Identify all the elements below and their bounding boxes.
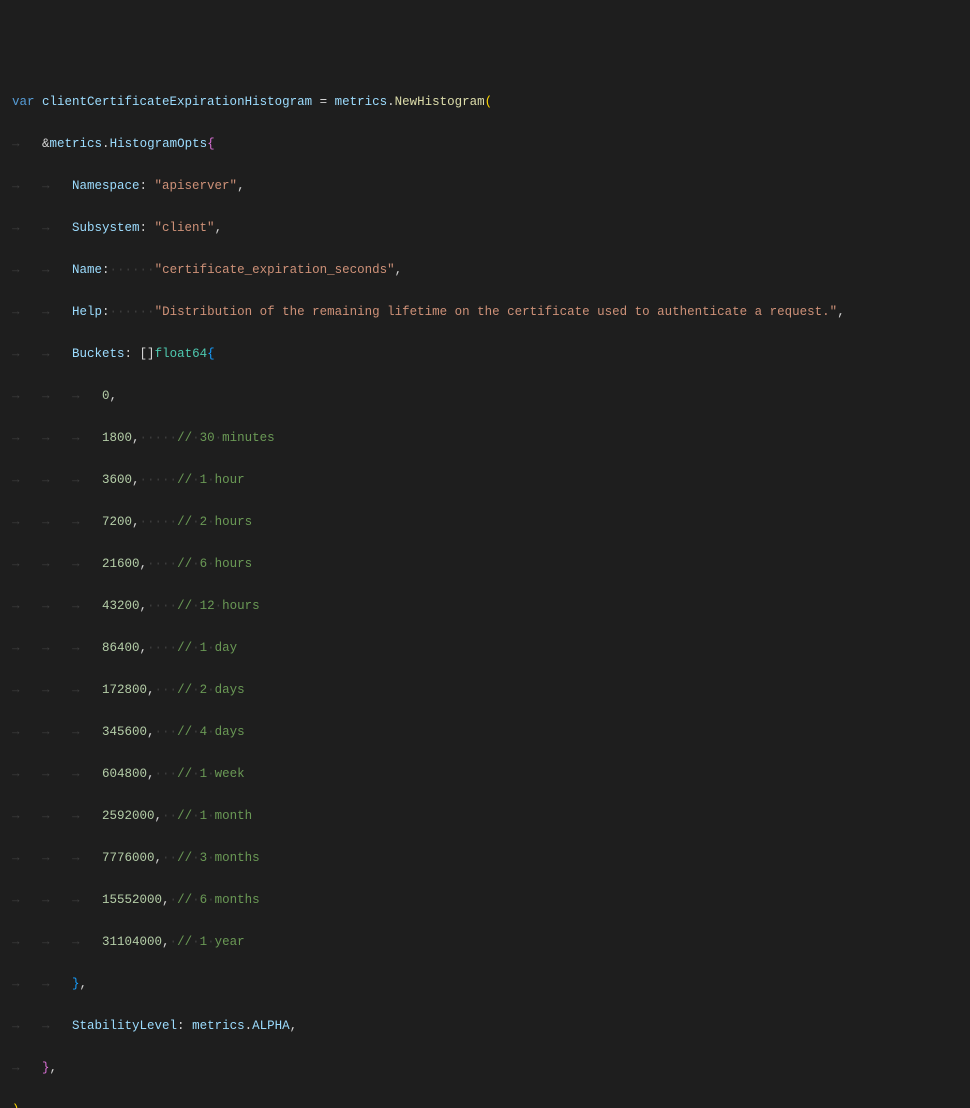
code-line: → → → 7776000,··//·3·months xyxy=(12,848,970,869)
number-literal: 7776000 xyxy=(102,851,155,865)
number-literal: 0 xyxy=(102,389,110,403)
comment: //·1·hour xyxy=(177,473,245,487)
number-literal: 604800 xyxy=(102,767,147,781)
number-literal: 345600 xyxy=(102,725,147,739)
code-line: → → Subsystem: "client", xyxy=(12,218,970,239)
comment: //·30·minutes xyxy=(177,431,275,445)
code-line: → → → 3600,·····//·1·hour xyxy=(12,470,970,491)
number-literal: 31104000 xyxy=(102,935,162,949)
code-line: → → → 2592000,··//·1·month xyxy=(12,806,970,827)
code-line: → → → 604800,···//·1·week xyxy=(12,764,970,785)
code-line: → → → 7200,·····//·2·hours xyxy=(12,512,970,533)
number-literal: 1800 xyxy=(102,431,132,445)
comment: //·1·month xyxy=(177,809,252,823)
keyword-var: var xyxy=(12,95,35,109)
code-line: → &metrics.HistogramOpts{ xyxy=(12,134,970,155)
identifier: clientCertificateExpirationHistogram xyxy=(42,95,312,109)
code-line: → → → 172800,···//·2·days xyxy=(12,680,970,701)
code-line: → → → 43200,····//·12·hours xyxy=(12,596,970,617)
string-literal: "Distribution of the remaining lifetime … xyxy=(155,305,838,319)
code-line: → → → 345600,···//·4·days xyxy=(12,722,970,743)
code-line: → → → 0, xyxy=(12,386,970,407)
number-literal: 86400 xyxy=(102,641,140,655)
code-line: → → → 1800,·····//·30·minutes xyxy=(12,428,970,449)
number-literal: 7200 xyxy=(102,515,132,529)
field-name: Subsystem xyxy=(72,221,140,235)
string-literal: "client" xyxy=(155,221,215,235)
comment: //·1·year xyxy=(177,935,245,949)
code-line: → → Help:······"Distribution of the rema… xyxy=(12,302,970,323)
number-literal: 3600 xyxy=(102,473,132,487)
code-line: → → Buckets: []float64{ xyxy=(12,344,970,365)
code-line: → }, xyxy=(12,1058,970,1079)
number-literal: 43200 xyxy=(102,599,140,613)
number-literal: 172800 xyxy=(102,683,147,697)
number-literal: 2592000 xyxy=(102,809,155,823)
field-name: Name xyxy=(72,263,102,277)
number-literal: 15552000 xyxy=(102,893,162,907)
comment: //·6·months xyxy=(177,893,260,907)
field-name: Namespace xyxy=(72,179,140,193)
number-literal: 21600 xyxy=(102,557,140,571)
comment: //·6·hours xyxy=(177,557,252,571)
code-line: → → Namespace: "apiserver", xyxy=(12,176,970,197)
comment: //·2·hours xyxy=(177,515,252,529)
field-name: Buckets xyxy=(72,347,125,361)
comment: //·1·day xyxy=(177,641,237,655)
string-literal: "apiserver" xyxy=(155,179,238,193)
string-literal: "certificate_expiration_seconds" xyxy=(155,263,395,277)
code-line: → → → 86400,····//·1·day xyxy=(12,638,970,659)
comment: //·2·days xyxy=(177,683,245,697)
code-line: ) xyxy=(12,1100,970,1108)
code-line: → → Name:······"certificate_expiration_s… xyxy=(12,260,970,281)
comment: //·1·week xyxy=(177,767,245,781)
code-line: var clientCertificateExpirationHistogram… xyxy=(12,92,970,113)
func-call: NewHistogram xyxy=(395,95,485,109)
comment: //·3·months xyxy=(177,851,260,865)
field-name: StabilityLevel xyxy=(72,1019,177,1033)
code-line: → → → 21600,····//·6·hours xyxy=(12,554,970,575)
code-line: → → StabilityLevel: metrics.ALPHA, xyxy=(12,1016,970,1037)
field-name: Help xyxy=(72,305,102,319)
code-line: → → → 31104000,·//·1·year xyxy=(12,932,970,953)
code-line: → → }, xyxy=(12,974,970,995)
comment: //·12·hours xyxy=(177,599,260,613)
code-line: → → → 15552000,·//·6·months xyxy=(12,890,970,911)
comment: //·4·days xyxy=(177,725,245,739)
